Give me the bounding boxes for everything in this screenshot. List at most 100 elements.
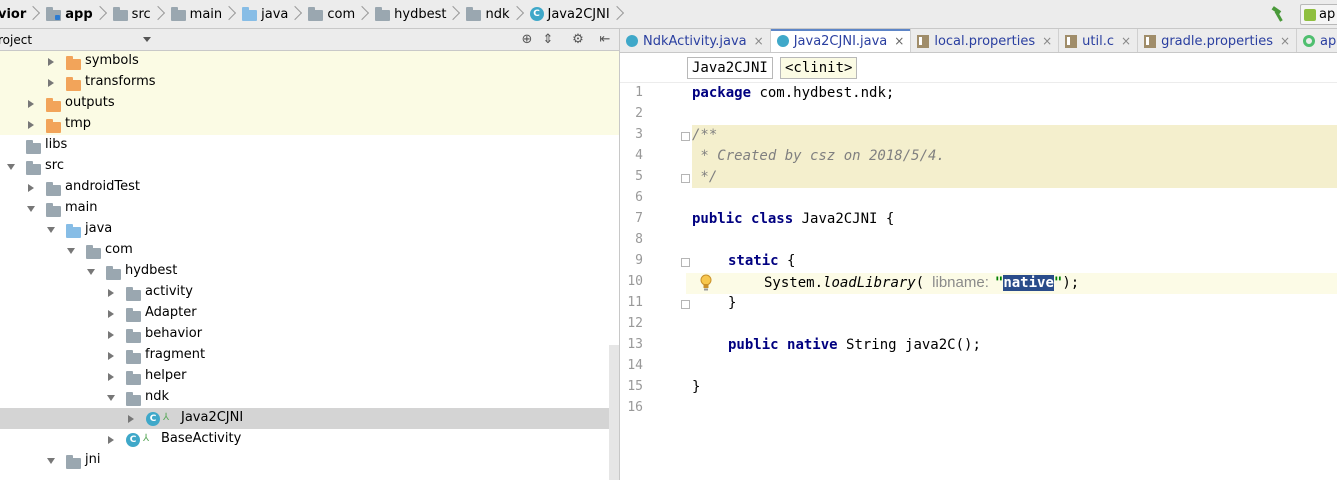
breadcrumb-item-src[interactable]: src bbox=[107, 0, 151, 28]
tree-item-label: main bbox=[65, 200, 98, 215]
chevron-right-icon[interactable] bbox=[108, 331, 114, 339]
selected-string[interactable]: native bbox=[1003, 275, 1054, 291]
chevron-right-icon[interactable] bbox=[108, 289, 114, 297]
chevron-down-icon[interactable] bbox=[67, 248, 75, 254]
close-icon[interactable]: × bbox=[1042, 34, 1052, 48]
chevron-down-icon[interactable] bbox=[87, 269, 95, 275]
chevron-right-icon[interactable] bbox=[108, 373, 114, 381]
tree-item-java[interactable]: java bbox=[0, 219, 619, 240]
chevron-right-icon bbox=[614, 0, 624, 28]
tree-item-label: fragment bbox=[145, 347, 206, 362]
breadcrumb-label: app bbox=[65, 6, 93, 22]
line-number: 7 bbox=[635, 211, 643, 226]
fold-close-icon[interactable] bbox=[681, 174, 690, 183]
tree-item-adapter[interactable]: Adapter bbox=[0, 303, 619, 324]
line-number: 16 bbox=[627, 400, 643, 415]
crosshair-icon[interactable]: ⊕ bbox=[519, 32, 535, 48]
code-editor[interactable]: package com.hydbest.ndk; /** * Created b… bbox=[692, 83, 1337, 480]
tab-gradle-properties[interactable]: gradle.properties × bbox=[1138, 29, 1298, 52]
gear-icon[interactable]: ⚙ bbox=[570, 32, 586, 48]
tree-item-outputs[interactable]: outputs bbox=[0, 93, 619, 114]
breadcrumb-item-com[interactable]: com bbox=[302, 0, 355, 28]
chevron-down-icon[interactable] bbox=[47, 458, 55, 464]
tree-item-androidtest[interactable]: androidTest bbox=[0, 177, 619, 198]
chevron-right-icon[interactable] bbox=[108, 436, 114, 444]
tree-item-ndk[interactable]: ndk bbox=[0, 387, 619, 408]
chevron-right-icon[interactable] bbox=[28, 100, 34, 108]
fold-open-icon[interactable] bbox=[681, 258, 690, 267]
tree-item-label: jni bbox=[85, 452, 101, 467]
editor-area: NdkActivity.java × Java2CJNI.java × local.pr… bbox=[620, 29, 1337, 480]
vertical-scrollbar[interactable] bbox=[609, 345, 619, 480]
line-number: 8 bbox=[635, 232, 643, 247]
chevron-down-icon[interactable] bbox=[27, 206, 35, 212]
tree-item-behavior[interactable]: behavior bbox=[0, 324, 619, 345]
close-icon[interactable]: × bbox=[894, 34, 904, 48]
breadcrumb-item-ndk[interactable]: ndk bbox=[460, 0, 510, 28]
chevron-right-icon bbox=[226, 0, 236, 28]
keyword: native bbox=[787, 337, 838, 353]
tree-item-label: outputs bbox=[65, 95, 115, 110]
chevron-down-icon[interactable] bbox=[47, 227, 55, 233]
close-icon[interactable]: × bbox=[1121, 34, 1131, 48]
tree-item-hydbest[interactable]: hydbest bbox=[0, 261, 619, 282]
breadcrumb-item-main[interactable]: main bbox=[165, 0, 222, 28]
hammer-icon[interactable] bbox=[1270, 5, 1288, 23]
properties-icon bbox=[917, 34, 930, 48]
chevron-right-icon[interactable] bbox=[108, 352, 114, 360]
fold-close-icon[interactable] bbox=[681, 300, 690, 309]
chevron-right-icon bbox=[450, 0, 460, 28]
tree-item-transforms[interactable]: transforms bbox=[0, 72, 619, 93]
breadcrumb-item-app[interactable]: app bbox=[40, 0, 93, 28]
tree-item-src[interactable]: src bbox=[0, 156, 619, 177]
tree-item-java2cjni[interactable]: C ⅄ Java2CJNI bbox=[0, 408, 619, 429]
chevron-right-icon[interactable] bbox=[128, 415, 134, 423]
hide-panel-icon[interactable]: ⇤ bbox=[597, 32, 613, 48]
tree-item-label: src bbox=[45, 158, 64, 173]
breadcrumb-item-hydbest[interactable]: hydbest bbox=[369, 0, 446, 28]
chevron-down-icon[interactable] bbox=[143, 37, 151, 42]
fold-open-icon[interactable] bbox=[681, 132, 690, 141]
tab-java2cjni-java[interactable]: Java2CJNI.java × bbox=[770, 29, 912, 52]
keyword: public bbox=[728, 337, 779, 353]
tree-item-libs[interactable]: libs bbox=[0, 135, 619, 156]
tab-local-properties[interactable]: local.properties × bbox=[911, 29, 1060, 52]
tab-app[interactable]: app bbox=[1297, 29, 1337, 52]
tab-util-c[interactable]: util.c × bbox=[1059, 29, 1139, 52]
tree-item-tmp[interactable]: tmp bbox=[0, 114, 619, 135]
class-icon: C bbox=[146, 412, 160, 426]
navigation-bar: vior app src main java com hydbest ndk C Java2CJN… bbox=[0, 0, 1337, 29]
chevron-right-icon[interactable] bbox=[108, 310, 114, 318]
method-call: loadLibrary bbox=[823, 275, 916, 291]
chevron-right-icon[interactable] bbox=[28, 184, 34, 192]
tree-item-baseactivity[interactable]: C ⅄ BaseActivity bbox=[0, 429, 619, 450]
chevron-right-icon[interactable] bbox=[48, 79, 54, 87]
tree-item-helper[interactable]: helper bbox=[0, 366, 619, 387]
properties-icon bbox=[1144, 34, 1157, 48]
run-configuration-selector[interactable]: ap bbox=[1300, 4, 1337, 25]
close-icon[interactable]: × bbox=[754, 34, 764, 48]
breadcrumb-class[interactable]: Java2CJNI bbox=[687, 57, 773, 79]
code-line-15: } bbox=[692, 379, 701, 395]
breadcrumb-clinit[interactable]: <clinit> bbox=[780, 57, 858, 79]
chevron-down-icon[interactable] bbox=[107, 395, 115, 401]
collapse-all-icon[interactable]: ⇕ bbox=[540, 32, 556, 48]
breadcrumb-item-java[interactable]: java bbox=[236, 0, 288, 28]
tree-item-symbols[interactable]: symbols bbox=[0, 51, 619, 72]
breadcrumb-item-vior[interactable]: vior bbox=[0, 0, 26, 28]
tab-ndkactivity-java[interactable]: NdkActivity.java × bbox=[620, 29, 771, 52]
tree-item-fragment[interactable]: fragment bbox=[0, 345, 619, 366]
tree-item-jni[interactable]: jni bbox=[0, 450, 619, 471]
tree-item-activity[interactable]: activity bbox=[0, 282, 619, 303]
tree-item-com[interactable]: com bbox=[0, 240, 619, 261]
tree-item-main[interactable]: main bbox=[0, 198, 619, 219]
breadcrumb-item-java2cjni[interactable]: C Java2CJNI bbox=[524, 0, 610, 28]
tree-item-label: java bbox=[85, 221, 113, 236]
chevron-right-icon[interactable] bbox=[28, 121, 34, 129]
chevron-right-icon[interactable] bbox=[48, 58, 54, 66]
project-view-title[interactable]: roject bbox=[0, 33, 32, 47]
chevron-down-icon[interactable] bbox=[7, 164, 15, 170]
close-icon[interactable]: × bbox=[1280, 34, 1290, 48]
line-number: 10 bbox=[627, 274, 643, 289]
code-line-5: */ bbox=[692, 169, 718, 185]
